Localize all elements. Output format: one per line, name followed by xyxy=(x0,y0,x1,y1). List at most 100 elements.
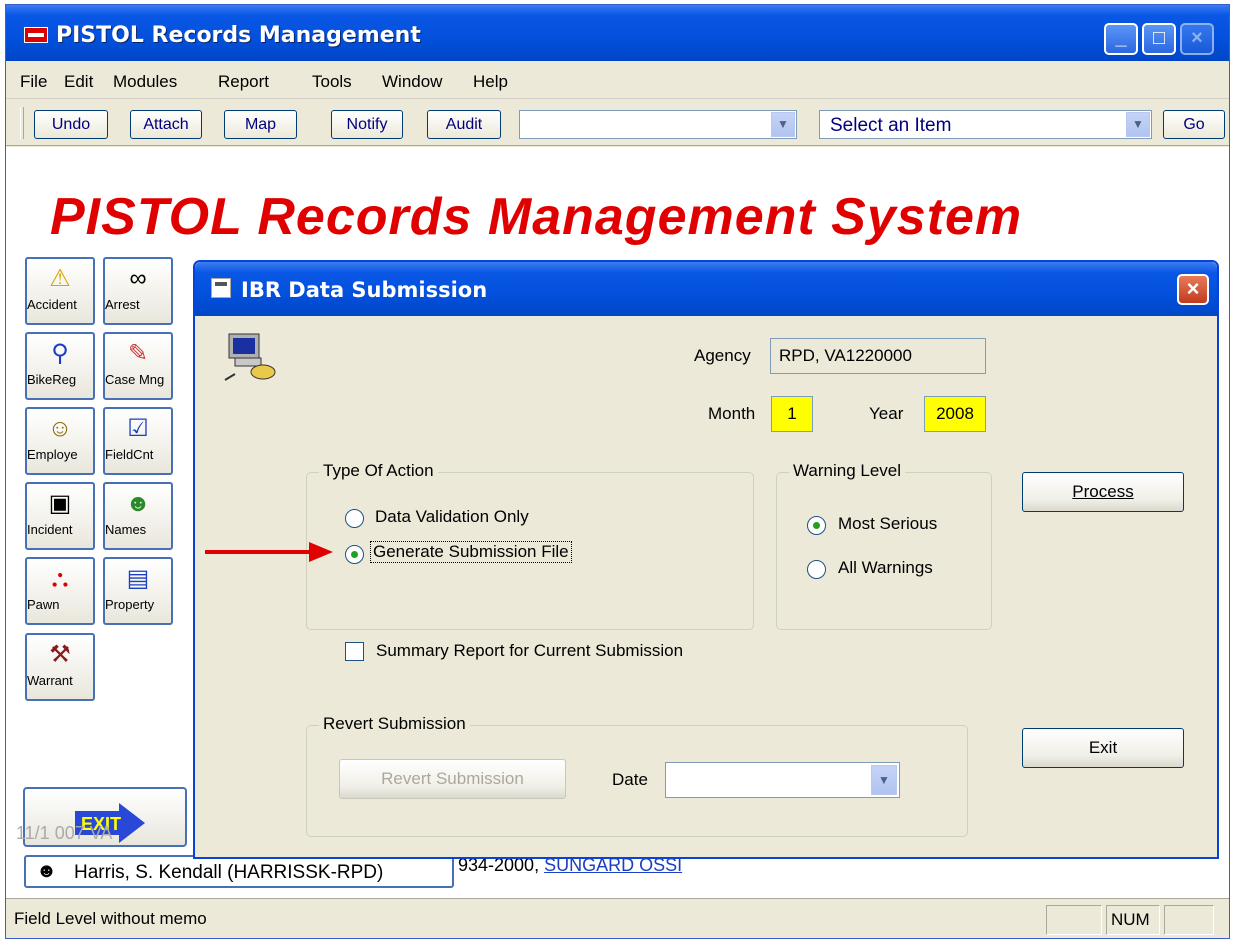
minimize-button[interactable]: _ xyxy=(1104,23,1138,55)
status-bar: Field Level without memo NUM xyxy=(6,898,1229,938)
warning-level-group: Warning Level xyxy=(776,461,992,630)
module-warrant-button[interactable]: ⚒ Warrant xyxy=(25,633,95,701)
chevron-down-icon[interactable]: ▼ xyxy=(1126,112,1150,137)
bicycle-icon: ⚲ xyxy=(51,340,69,367)
menu-report[interactable]: Report xyxy=(218,72,269,92)
close-button[interactable]: × xyxy=(1180,23,1214,55)
warning-level-title: Warning Level xyxy=(789,461,906,481)
module-incident-button[interactable]: ▣ Incident xyxy=(25,482,95,550)
menu-help[interactable]: Help xyxy=(473,72,508,92)
timestamp-text: 11/1 007 VA xyxy=(16,823,113,843)
go-button[interactable]: Go xyxy=(1163,110,1225,139)
summary-report-checkbox[interactable] xyxy=(345,642,364,661)
module-accident-button[interactable]: ⚠ Accident xyxy=(25,257,95,325)
chevron-down-icon[interactable]: ▼ xyxy=(771,112,795,137)
property-icon: ▤ xyxy=(126,565,150,592)
app-icon xyxy=(24,27,48,43)
module-label: Case Mng xyxy=(105,372,165,387)
handcuffs-icon: ∞ xyxy=(129,265,147,292)
agency-label: Agency xyxy=(694,346,751,365)
car-warning-icon: ⚠ xyxy=(49,265,71,292)
module-label: Property xyxy=(105,597,155,612)
month-field[interactable]: 1 xyxy=(771,396,813,432)
audit-button[interactable]: Audit xyxy=(427,110,501,139)
menu-tools[interactable]: Tools xyxy=(312,72,352,92)
incident-icon: ▣ xyxy=(48,490,72,517)
data-validation-label[interactable]: Data Validation Only xyxy=(375,507,529,527)
current-user-bar[interactable]: ☻ Harris, S. Kendall (HARRISSK-RPD) xyxy=(24,855,454,888)
process-label: Process xyxy=(1072,482,1134,501)
menu-window[interactable]: Window xyxy=(382,72,442,92)
all-warnings-radio[interactable] xyxy=(807,560,826,579)
module-label: BikeReg xyxy=(27,372,77,387)
dialog-title: IBR Data Submission xyxy=(241,278,488,302)
employee-icon: ☺ xyxy=(47,415,73,442)
dialog-close-button[interactable]: × xyxy=(1177,274,1209,305)
process-button[interactable]: Process xyxy=(1022,472,1184,512)
status-text: Field Level without memo xyxy=(14,909,207,928)
window-title: PISTOL Records Management xyxy=(56,23,421,48)
module-employe-button[interactable]: ☺ Employe xyxy=(25,407,95,475)
generate-submission-radio[interactable] xyxy=(345,545,364,564)
module-names-button[interactable]: ☻ Names xyxy=(103,482,173,550)
banner-title: PISTOL Records Management System xyxy=(50,188,1023,246)
checklist-icon: ☑ xyxy=(127,415,149,442)
gavel-icon: ⚒ xyxy=(49,641,71,668)
menu-edit[interactable]: Edit xyxy=(64,72,93,92)
module-property-button[interactable]: ▤ Property xyxy=(103,557,173,625)
module-label: Names xyxy=(105,522,147,537)
revert-date-combo[interactable]: ▼ xyxy=(665,762,900,798)
generate-submission-label[interactable]: Generate Submission File xyxy=(370,541,572,563)
revert-submission-button[interactable]: Revert Submission xyxy=(339,759,566,799)
notify-button[interactable]: Notify xyxy=(331,110,403,139)
toolbar: Undo Attach Map Notify Audit ▼ Select an… xyxy=(6,100,1229,146)
module-casemng-button[interactable]: ✎ Case Mng xyxy=(103,332,173,400)
people-icon: ☻ xyxy=(125,490,151,517)
most-serious-label[interactable]: Most Serious xyxy=(838,514,937,534)
module-label: Warrant xyxy=(27,673,73,688)
select-item-value: Select an Item xyxy=(830,115,952,136)
document-icon xyxy=(211,278,231,298)
status-num: NUM xyxy=(1106,905,1160,935)
menu-bar: File Edit Modules Report Tools Window He… xyxy=(6,61,1229,99)
all-warnings-label[interactable]: All Warnings xyxy=(838,558,933,578)
year-field[interactable]: 2008 xyxy=(924,396,986,432)
status-pane-empty xyxy=(1046,905,1102,935)
agency-field[interactable]: RPD, VA1220000 xyxy=(770,338,986,374)
select-item-combo[interactable]: Select an Item ▼ xyxy=(819,110,1152,139)
month-label: Month xyxy=(708,404,756,423)
module-label: Employe xyxy=(27,447,78,462)
pawn-icon: ⛬ xyxy=(51,565,69,592)
status-pane-grip xyxy=(1164,905,1214,935)
chevron-down-icon[interactable]: ▼ xyxy=(871,765,897,795)
most-serious-radio[interactable] xyxy=(807,516,826,535)
module-arrest-button[interactable]: ∞ Arrest xyxy=(103,257,173,325)
user-avatar-icon: ☻ xyxy=(36,860,58,882)
revert-submission-title: Revert Submission xyxy=(319,714,470,734)
toolbar-grip xyxy=(20,107,24,139)
menu-file[interactable]: File xyxy=(20,72,47,92)
module-label: FieldCnt xyxy=(105,447,154,462)
module-label: Arrest xyxy=(105,297,140,312)
map-button[interactable]: Map xyxy=(224,110,297,139)
dialog-title-bar: IBR Data Submission × xyxy=(195,262,1217,316)
type-of-action-title: Type Of Action xyxy=(319,461,438,481)
summary-report-label[interactable]: Summary Report for Current Submission xyxy=(376,641,683,661)
module-label: Pawn xyxy=(27,597,60,612)
attach-button[interactable]: Attach xyxy=(130,110,202,139)
module-label: Accident xyxy=(27,297,77,312)
undo-button[interactable]: Undo xyxy=(34,110,108,139)
module-label: Incident xyxy=(27,522,73,537)
toolbar-combo[interactable]: ▼ xyxy=(519,110,797,139)
red-arrow-annotation xyxy=(205,542,333,562)
user-name: Harris, S. Kendall (HARRISSK-RPD) xyxy=(74,862,384,883)
dialog-exit-button[interactable]: Exit xyxy=(1022,728,1184,768)
module-pawn-button[interactable]: ⛬ Pawn xyxy=(25,557,95,625)
menu-modules[interactable]: Modules xyxy=(113,72,177,92)
data-validation-radio[interactable] xyxy=(345,509,364,528)
maximize-button[interactable]: □ xyxy=(1142,23,1176,55)
module-fieldcnt-button[interactable]: ☑ FieldCnt xyxy=(103,407,173,475)
ibr-data-submission-dialog: IBR Data Submission × Agency RPD, VA1220… xyxy=(193,260,1219,859)
module-bikereg-button[interactable]: ⚲ BikeReg xyxy=(25,332,95,400)
title-bar: PISTOL Records Management _ □ × xyxy=(6,5,1229,61)
